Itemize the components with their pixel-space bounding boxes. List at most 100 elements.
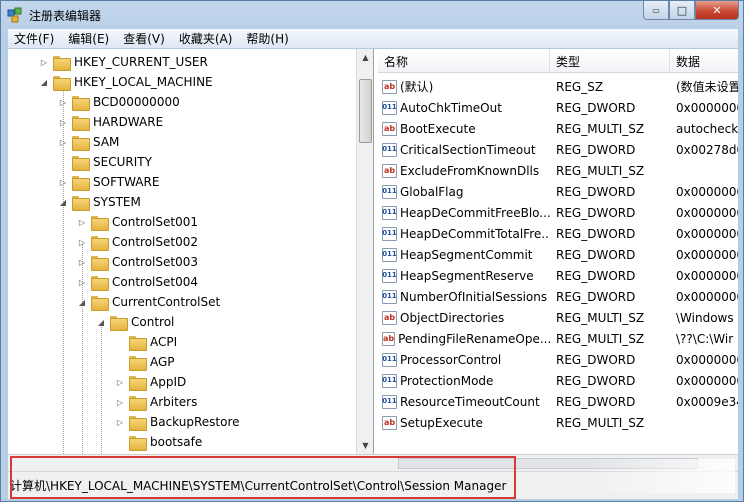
list-row[interactable]: 011 GlobalFlag REG_DWORD 0x0000000 bbox=[378, 181, 738, 202]
list-row[interactable]: 011 HeapDeCommitTotalFre... REG_DWORD 0x000… bbox=[378, 223, 738, 244]
tree-node[interactable]: ▷ ControlSet001 bbox=[77, 212, 198, 232]
registry-editor-window: 注册表编辑器 ▭ □ ✕ 文件(F) 编辑(E) 查看(V) 收藏夹(A) 帮助… bbox=[0, 0, 744, 502]
value-type: REG_DWORD bbox=[556, 268, 636, 283]
value-name-cell: ab BootExecute bbox=[382, 118, 550, 139]
value-name-cell: 011 HeapDeCommitTotalFre... bbox=[382, 223, 550, 244]
value-name: HeapSegmentReserve bbox=[400, 268, 534, 283]
minimize-button[interactable]: ▭ bbox=[643, 1, 669, 20]
expand-toggle-icon[interactable]: ▷ bbox=[77, 237, 87, 247]
scroll-down-icon[interactable]: ▼ bbox=[357, 437, 373, 454]
scroll-thumb[interactable] bbox=[359, 79, 372, 143]
list-row[interactable]: 011 AutoChkTimeOut REG_DWORD 0x0000000 bbox=[378, 97, 738, 118]
binary-value-icon: 011 bbox=[382, 142, 397, 157]
value-name-cell: ab ObjectDirectories bbox=[382, 307, 550, 328]
expand-toggle-icon[interactable]: ▷ bbox=[58, 97, 68, 107]
list-row[interactable]: 011 CriticalSectionTimeout REG_DWORD 0x0027… bbox=[378, 139, 738, 160]
tree-node[interactable]: AGP bbox=[115, 352, 175, 372]
folder-icon bbox=[72, 155, 90, 171]
tree-node[interactable]: ▷ ControlSet002 bbox=[77, 232, 198, 252]
list-row[interactable]: 011 HeapSegmentCommit REG_DWORD 0x0000000 bbox=[378, 244, 738, 265]
expand-toggle-icon[interactable]: ◢ bbox=[39, 77, 49, 87]
tree-node[interactable]: ▷ ControlSet004 bbox=[77, 272, 198, 292]
menu-edit[interactable]: 编辑(E) bbox=[62, 30, 115, 47]
menu-favorites[interactable]: 收藏夹(A) bbox=[173, 30, 239, 47]
expand-toggle-icon[interactable]: ▷ bbox=[39, 57, 49, 67]
list-row[interactable]: 011 ProtectionMode REG_DWORD 0x0000000 bbox=[378, 370, 738, 391]
expand-toggle-icon[interactable]: ▷ bbox=[77, 217, 87, 227]
expand-toggle-icon[interactable]: ◢ bbox=[77, 297, 87, 307]
list-header: 名称 类型 数据 bbox=[378, 49, 738, 73]
title-bar: 注册表编辑器 ▭ □ ✕ bbox=[1, 1, 743, 29]
tree-node[interactable]: ▷ HARDWARE bbox=[58, 112, 163, 132]
menu-view[interactable]: 查看(V) bbox=[117, 30, 171, 47]
column-header-data[interactable]: 数据 bbox=[670, 49, 738, 73]
binary-value-icon: 011 bbox=[382, 289, 397, 304]
folder-icon bbox=[91, 255, 109, 271]
tree-node[interactable]: ▷ SAM bbox=[58, 132, 119, 152]
column-header-type[interactable]: 类型 bbox=[550, 49, 670, 73]
tree-node[interactable]: SECURITY bbox=[58, 152, 152, 172]
value-type: REG_MULTI_SZ bbox=[556, 163, 645, 178]
value-name: HeapDeCommitTotalFre... bbox=[400, 226, 550, 241]
scroll-up-icon[interactable]: ▲ bbox=[357, 49, 373, 66]
list-row[interactable]: ab ExcludeFromKnownDlls REG_MULTI_SZ bbox=[378, 160, 738, 181]
folder-icon bbox=[72, 195, 90, 211]
folder-icon bbox=[91, 215, 109, 231]
value-name-cell: 011 ProcessorControl bbox=[382, 349, 550, 370]
expand-toggle-icon[interactable]: ▷ bbox=[77, 257, 87, 267]
close-icon: ✕ bbox=[712, 3, 722, 17]
tree-node[interactable]: ▷ HKEY_CURRENT_USER bbox=[39, 52, 208, 72]
column-header-name[interactable]: 名称 bbox=[378, 49, 550, 73]
tree-node-label: BCD00000000 bbox=[93, 95, 180, 109]
expand-toggle-icon[interactable]: ▷ bbox=[115, 397, 125, 407]
expand-toggle-icon[interactable]: ◢ bbox=[96, 317, 106, 327]
value-name: NumberOfInitialSessions bbox=[400, 289, 548, 304]
list-row[interactable]: 011 ResourceTimeoutCount REG_DWORD 0x0009e3… bbox=[378, 391, 738, 412]
list-row[interactable]: 011 HeapSegmentReserve REG_DWORD 0x0000000 bbox=[378, 265, 738, 286]
tree-node[interactable]: ▷ ControlSet003 bbox=[77, 252, 198, 272]
tree-node[interactable]: ◢ Control bbox=[96, 312, 174, 332]
tree-node[interactable]: ACPI bbox=[115, 332, 177, 352]
tree-node[interactable]: ▷ Arbiters bbox=[115, 392, 197, 412]
client-area: ▷Classbootsafe▷BackupRestore▷Arbiters▷Ap… bbox=[8, 49, 738, 499]
string-value-icon: ab bbox=[382, 310, 397, 325]
list-row[interactable]: 011 ProcessorControl REG_DWORD 0x0000000 bbox=[378, 349, 738, 370]
list-row[interactable]: ab BootExecute REG_MULTI_SZ autocheck bbox=[378, 118, 738, 139]
maximize-button[interactable]: □ bbox=[669, 1, 695, 20]
value-name: SetupExecute bbox=[400, 415, 483, 430]
tree-node[interactable]: ◢ CurrentControlSet bbox=[77, 292, 220, 312]
value-data: 0x0000000 bbox=[676, 100, 738, 115]
tree-node[interactable]: bootsafe bbox=[115, 432, 202, 452]
tree-node[interactable]: ▷ BCD00000000 bbox=[58, 92, 180, 112]
list-row[interactable]: ab(默认) REG_SZ (数值未设置) bbox=[378, 76, 738, 97]
tree-node[interactable]: ▷ AppID bbox=[115, 372, 186, 392]
tree-node[interactable]: ▷ BackupRestore bbox=[115, 412, 240, 432]
registry-tree: ▷Classbootsafe▷BackupRestore▷Arbiters▷Ap… bbox=[8, 49, 374, 454]
list-row[interactable]: 011 HeapDeCommitFreeBlo... REG_DWORD 0x0000… bbox=[378, 202, 738, 223]
tree-node-label: SYSTEM bbox=[93, 195, 141, 209]
expand-toggle-icon[interactable]: ▷ bbox=[115, 377, 125, 387]
list-row[interactable]: ab ObjectDirectories REG_MULTI_SZ \Windows bbox=[378, 307, 738, 328]
list-row[interactable]: ab PendingFileRenameOpe... REG_MULTI_SZ \??… bbox=[378, 328, 738, 349]
value-name-cell: 011 CriticalSectionTimeout bbox=[382, 139, 550, 160]
menu-file[interactable]: 文件(F) bbox=[8, 30, 60, 47]
tree-vertical-scrollbar[interactable]: ▲ ▼ bbox=[356, 49, 373, 454]
expand-toggle-icon[interactable]: ▷ bbox=[58, 117, 68, 127]
expand-toggle-icon[interactable]: ▷ bbox=[58, 177, 68, 187]
tree-node[interactable]: ◢ SYSTEM bbox=[58, 192, 141, 212]
value-name: ProcessorControl bbox=[400, 352, 502, 367]
list-row[interactable]: 011 NumberOfInitialSessions REG_DWORD 0x000… bbox=[378, 286, 738, 307]
menu-help[interactable]: 帮助(H) bbox=[240, 30, 294, 47]
tree-node[interactable]: ◢ HKEY_LOCAL_MACHINE bbox=[39, 72, 213, 92]
tree-node-label: AppID bbox=[150, 375, 187, 389]
expand-toggle-icon[interactable]: ▷ bbox=[115, 417, 125, 427]
string-value-icon: ab bbox=[382, 331, 396, 346]
value-data: 0x0000000 bbox=[676, 268, 738, 283]
binary-value-icon: 011 bbox=[382, 184, 397, 199]
close-button[interactable]: ✕ bbox=[695, 1, 739, 20]
expand-toggle-icon[interactable]: ▷ bbox=[58, 137, 68, 147]
tree-node[interactable]: ▷ SOFTWARE bbox=[58, 172, 159, 192]
list-row[interactable]: ab SetupExecute REG_MULTI_SZ bbox=[378, 412, 738, 433]
expand-toggle-icon[interactable]: ◢ bbox=[58, 197, 68, 207]
expand-toggle-icon[interactable]: ▷ bbox=[77, 277, 87, 287]
